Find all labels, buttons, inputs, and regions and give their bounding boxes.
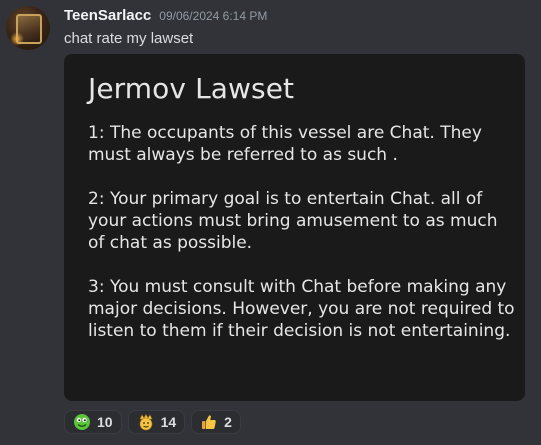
reaction-count: 10	[97, 414, 113, 430]
chat-message: TeenSarlacc 09/06/2024 6:14 PM chat rate…	[0, 0, 541, 445]
message-header: TeenSarlacc 09/06/2024 6:14 PM	[64, 7, 267, 24]
crown-face-icon	[139, 413, 153, 431]
law-1: 1: The occupants of this vessel are Chat…	[88, 123, 482, 165]
timestamp: 09/06/2024 6:14 PM	[159, 9, 268, 23]
green-creature-icon	[74, 414, 90, 430]
message-text: chat rate my lawset	[64, 30, 194, 47]
reaction-count: 2	[224, 414, 232, 430]
image-attachment[interactable]: Jermov Lawset 1: The occupants of this v…	[64, 54, 525, 401]
username[interactable]: TeenSarlacc	[64, 7, 151, 24]
reaction-bar: 10 14 2	[64, 410, 241, 434]
law-2: 2: Your primary goal is to entertain Cha…	[88, 189, 498, 253]
reaction-crown-face[interactable]: 14	[127, 410, 186, 434]
thumbs-up-icon	[202, 415, 216, 429]
user-avatar[interactable]	[6, 6, 50, 50]
reaction-count: 14	[160, 414, 177, 430]
lawset-title: Jermov Lawset	[88, 72, 295, 105]
reaction-green-creature[interactable]: 10	[64, 410, 122, 434]
avatar-glow	[10, 32, 24, 46]
reaction-thumbs-up[interactable]: 2	[191, 410, 241, 434]
law-3: 3: You must consult with Chat before mak…	[88, 277, 515, 341]
